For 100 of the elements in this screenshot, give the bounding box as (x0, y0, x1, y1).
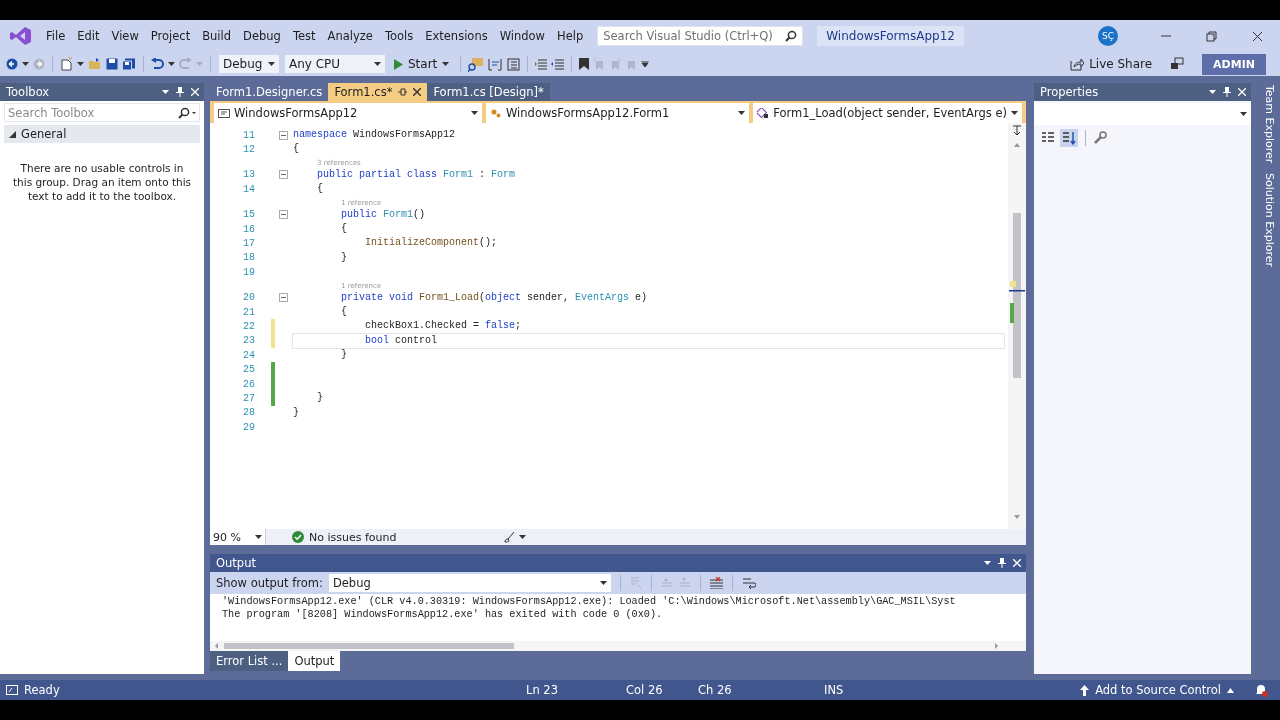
toolbox-group[interactable]: General (4, 125, 200, 143)
caret-icon[interactable] (738, 110, 746, 116)
caret-icon[interactable] (1240, 111, 1247, 117)
menu-item[interactable]: Tools (378, 29, 420, 43)
caret-icon[interactable] (168, 61, 175, 67)
tool-window-tab[interactable]: Error List ... (210, 651, 289, 671)
caret-icon[interactable] (374, 61, 381, 67)
menu-item[interactable]: Build (196, 29, 238, 43)
caret-icon[interactable] (268, 61, 275, 67)
menu-item[interactable]: Edit (71, 29, 106, 43)
caret-icon[interactable] (599, 580, 607, 586)
tool-window-tab[interactable]: Output (288, 651, 341, 671)
start-button[interactable]: Start (390, 57, 454, 71)
navigation-dropdown[interactable]: WindowsFormsApp12.Form1 (486, 103, 750, 123)
bookmark-icon[interactable] (579, 58, 590, 70)
brush-icon[interactable] (504, 531, 516, 543)
close-icon[interactable] (413, 88, 422, 96)
avatar[interactable]: SÇ (1098, 26, 1118, 46)
caret-icon[interactable] (519, 534, 527, 540)
bookmark-clear-icon (625, 58, 638, 70)
caret-icon[interactable] (471, 110, 478, 116)
close-icon[interactable] (1251, 30, 1263, 42)
caret-icon[interactable] (255, 534, 262, 540)
back-icon[interactable] (6, 58, 18, 70)
account-button[interactable]: ADMIN (1202, 53, 1266, 75)
menu-item[interactable]: Extensions (419, 29, 494, 43)
outdent-icon[interactable] (551, 58, 565, 70)
check-icon (292, 531, 304, 543)
collapse-icon[interactable] (279, 170, 288, 180)
bracket-icon[interactable] (488, 57, 503, 71)
clear-all-icon[interactable] (709, 577, 723, 589)
document-tab[interactable]: Form1.Designer.cs (210, 83, 329, 101)
scrollbar[interactable] (1008, 123, 1026, 529)
side-tab[interactable]: Solution Explorer (1256, 173, 1276, 268)
output-source-dropdown[interactable]: Debug (328, 574, 611, 592)
caret-icon[interactable] (77, 61, 84, 67)
menu-item[interactable]: Debug (237, 29, 287, 43)
source-control-button[interactable]: Add to Source Control (1080, 683, 1234, 697)
code-line: namespace WindowsFormsApp12 (293, 128, 457, 142)
code-line: InitializeComponent(); (364, 236, 499, 251)
status-text: Ch 26 (698, 683, 733, 697)
feedback-icon[interactable] (1170, 57, 1185, 71)
notification-icon[interactable] (1254, 683, 1268, 697)
collapse-icon[interactable] (279, 210, 288, 220)
document-tab[interactable]: Form1.cs [Design]* (427, 83, 550, 101)
new-file-icon[interactable] (60, 57, 73, 71)
caret-icon[interactable] (22, 61, 29, 67)
dropdown-icon[interactable] (984, 560, 991, 566)
search-icon (785, 30, 798, 42)
menu-item[interactable]: Help (551, 29, 590, 43)
document-tab[interactable]: Form1.cs* (328, 83, 428, 101)
pin-icon[interactable] (998, 558, 1006, 568)
pin-icon[interactable] (176, 87, 184, 97)
menu-item[interactable]: Analyze (321, 29, 379, 43)
output-source-label: Show output from: (216, 576, 323, 590)
line-number: 20 (242, 292, 255, 304)
share-icon (1070, 57, 1085, 71)
menu-item[interactable]: Project (144, 29, 197, 43)
overflow-icon[interactable] (641, 61, 650, 67)
menu-item[interactable]: Test (286, 29, 322, 43)
panel-title-text: Properties (1040, 85, 1099, 99)
menu-item[interactable]: File (40, 29, 72, 43)
word-wrap-icon[interactable] (741, 577, 756, 589)
folder-icon[interactable] (88, 58, 102, 70)
configuration-dropdown[interactable]: Debug (218, 54, 280, 74)
platform-dropdown[interactable]: Any CPU (284, 54, 386, 74)
menu-item[interactable]: View (105, 29, 145, 43)
dropdown-icon[interactable] (162, 89, 169, 95)
navigation-text: WindowsFormsApp12.Form1 (506, 106, 670, 120)
code-line: { (293, 142, 300, 157)
collapse-icon[interactable] (279, 130, 288, 140)
indent-icon[interactable] (535, 58, 548, 70)
caret-icon[interactable] (1011, 110, 1018, 116)
search-field[interactable]: Search Visual Studio (Ctrl+Q) (597, 26, 804, 46)
undo-icon[interactable] (151, 58, 164, 70)
wrench-icon[interactable] (1093, 131, 1107, 145)
side-tab[interactable]: Team Explorer (1256, 85, 1276, 164)
scrollbar[interactable] (210, 641, 1026, 651)
line-number: 28 (242, 407, 255, 419)
pin-icon[interactable] (398, 88, 408, 96)
status-text: Ln 23 (526, 683, 559, 697)
save-all-icon[interactable] (122, 57, 136, 71)
panel-title-text: Output (216, 556, 256, 570)
dropdown-icon[interactable] (1209, 89, 1216, 95)
save-icon[interactable] (106, 58, 118, 70)
list-icon[interactable] (506, 57, 521, 71)
search-field[interactable]: Search Toolbox (4, 103, 200, 122)
zoom-dropdown[interactable]: 90 % (210, 529, 266, 545)
live-share-button[interactable]: Live Share (1070, 57, 1153, 71)
menu-item[interactable]: Window (493, 29, 551, 43)
navigation-dropdown[interactable]: WindowsFormsApp12 (214, 103, 482, 123)
navigation-dropdown[interactable]: Form1_Load(object sender, EventArgs e) (753, 103, 1022, 123)
alphabetical-icon[interactable] (1060, 129, 1078, 147)
find-icon[interactable] (468, 56, 485, 72)
find-message-icon (629, 577, 642, 589)
caret-icon[interactable] (442, 61, 450, 67)
collapse-icon[interactable] (279, 293, 288, 303)
restore-icon[interactable] (1205, 30, 1217, 42)
bookmark-next-icon (609, 58, 622, 70)
pin-icon[interactable] (1223, 87, 1231, 97)
